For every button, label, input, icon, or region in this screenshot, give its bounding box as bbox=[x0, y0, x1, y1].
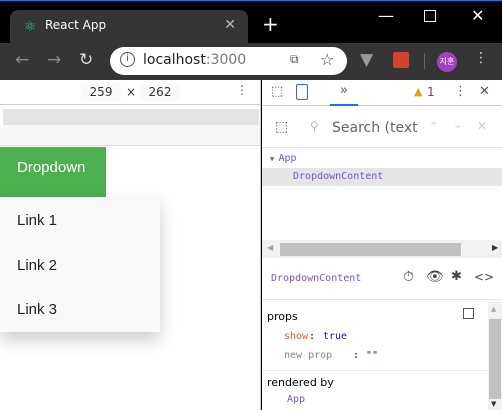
media-query-bar[interactable] bbox=[3, 109, 259, 125]
device-width-input[interactable]: 259 bbox=[81, 83, 121, 101]
search-input[interactable]: Search (text bbox=[332, 120, 418, 136]
vertical-scrollbar[interactable]: ▲ ▼ bbox=[488, 302, 502, 410]
rendered-by-title: rendered by bbox=[267, 376, 334, 389]
scroll-up-icon[interactable]: ▲ bbox=[491, 305, 496, 313]
search-icon: ⚲ bbox=[310, 119, 319, 133]
inspect-element-icon[interactable]: ⬚ bbox=[271, 84, 283, 99]
close-tab-icon[interactable]: ✕ bbox=[224, 17, 236, 33]
props-title: props bbox=[267, 310, 298, 323]
tab-title: React App bbox=[45, 18, 107, 32]
tree-item-app[interactable]: ▼ App bbox=[262, 150, 502, 168]
tree-item-dropdowncontent[interactable]: DropdownContent bbox=[262, 168, 502, 186]
warning-icon[interactable]: ▲ bbox=[414, 85, 422, 98]
search-next-icon[interactable]: ⌄ bbox=[453, 118, 462, 131]
device-toolbar: 259 × 262 ⋮ bbox=[0, 80, 260, 105]
ruler bbox=[0, 125, 260, 146]
scroll-left-icon[interactable]: ◀ bbox=[267, 243, 273, 252]
divider bbox=[424, 53, 425, 69]
new-prop-value-input[interactable]: "" bbox=[366, 350, 378, 361]
more-tabs-button[interactable]: » bbox=[330, 83, 358, 106]
react-logo-icon: ⚛ bbox=[24, 19, 37, 35]
url-port: :3000 bbox=[205, 52, 247, 68]
component-tree: ▼ App DropdownContent bbox=[262, 150, 502, 186]
devtools-toolbar: ⬚ » ▲ 1 ⋮ ✕ bbox=[262, 80, 502, 106]
copy-icon[interactable] bbox=[463, 308, 474, 319]
dropdown-button[interactable]: Dropdown bbox=[0, 147, 106, 197]
search-clear-icon[interactable]: ✕ bbox=[477, 119, 487, 133]
prop-colon: : bbox=[309, 331, 316, 342]
timer-icon[interactable]: ⏱ bbox=[403, 269, 414, 285]
prop-key-show: show bbox=[284, 331, 309, 342]
minimize-button[interactable]: — bbox=[378, 6, 394, 25]
url-text: localhost:3000 bbox=[143, 52, 246, 68]
maximize-button[interactable] bbox=[424, 10, 436, 22]
page-viewport: 259 × 262 ⋮ Dropdown Link 1 Link 2 Link … bbox=[0, 80, 261, 410]
bookmark-star-icon[interactable]: ☆ bbox=[320, 50, 334, 69]
eye-icon[interactable]: 👁 bbox=[426, 269, 444, 285]
dropdown-link-3[interactable]: Link 3 bbox=[17, 301, 57, 318]
react-extension-icon[interactable] bbox=[393, 52, 409, 68]
scrollbar-thumb[interactable] bbox=[280, 243, 461, 256]
component-search-bar: ⬚ ⚲ Search (text ⌃ ⌄ ✕ bbox=[262, 110, 502, 148]
search-prev-icon[interactable]: ⌃ bbox=[429, 120, 438, 133]
devtools-menu-icon[interactable]: ⋮ bbox=[454, 84, 467, 99]
selected-component-name: DropdownContent bbox=[271, 273, 362, 284]
browser-tab[interactable]: ⚛ React App ✕ bbox=[10, 10, 248, 43]
vue-devtools-extension-icon[interactable]: ▼ bbox=[360, 50, 373, 70]
forward-button[interactable]: → bbox=[47, 50, 61, 70]
dropdown-link-1[interactable]: Link 1 bbox=[17, 212, 57, 229]
select-component-icon[interactable]: ⬚ bbox=[275, 119, 288, 135]
devtools-panel: ⬚ » ▲ 1 ⋮ ✕ ⬚ ⚲ Search (text ⌃ ⌄ ✕ ▼ App… bbox=[262, 80, 502, 410]
new-prop-key-input[interactable]: new prop bbox=[284, 350, 332, 361]
device-height-input[interactable]: 262 bbox=[140, 83, 180, 101]
translate-icon[interactable]: ⧉ bbox=[290, 52, 299, 67]
url-host: localhost bbox=[143, 52, 206, 68]
reload-button[interactable]: ↻ bbox=[79, 50, 93, 70]
horizontal-scrollbar[interactable]: ◀ ▶ bbox=[262, 240, 502, 258]
address-bar[interactable]: i localhost:3000 ⧉ ☆ bbox=[110, 47, 347, 75]
tree-item-label: App bbox=[278, 153, 297, 164]
back-button[interactable]: ← bbox=[15, 50, 29, 70]
bug-icon[interactable]: ✱ bbox=[451, 269, 462, 284]
view-source-icon[interactable]: <> bbox=[474, 270, 494, 284]
selected-component-header: DropdownContent ⏱ 👁 ✱ <> bbox=[262, 260, 502, 300]
device-toggle-icon[interactable] bbox=[296, 84, 308, 100]
rendered-by-app-link[interactable]: App bbox=[287, 394, 305, 405]
dropdown-link-2[interactable]: Link 2 bbox=[17, 257, 57, 274]
scrollbar-thumb[interactable] bbox=[489, 319, 501, 399]
avatar[interactable]: 지훈 bbox=[437, 52, 457, 72]
prop-value-show[interactable]: true bbox=[323, 331, 347, 342]
dropdown-content: Link 1 Link 2 Link 3 bbox=[0, 197, 160, 332]
dimension-separator: × bbox=[126, 85, 137, 99]
prop-colon: : bbox=[353, 350, 360, 361]
device-more-icon[interactable]: ⋮ bbox=[236, 83, 248, 97]
close-window-button[interactable]: ✕ bbox=[471, 6, 484, 25]
new-tab-button[interactable]: + bbox=[262, 12, 279, 36]
scroll-right-icon[interactable]: ▶ bbox=[492, 243, 498, 252]
scroll-down-icon[interactable]: ▼ bbox=[491, 400, 496, 408]
close-devtools-icon[interactable]: ✕ bbox=[479, 84, 490, 99]
props-panel: props show : true new prop : "" rendered… bbox=[262, 302, 488, 409]
info-icon[interactable]: i bbox=[120, 52, 135, 67]
browser-menu-icon[interactable]: ⋮ bbox=[474, 50, 488, 66]
warning-count[interactable]: 1 bbox=[427, 85, 435, 99]
